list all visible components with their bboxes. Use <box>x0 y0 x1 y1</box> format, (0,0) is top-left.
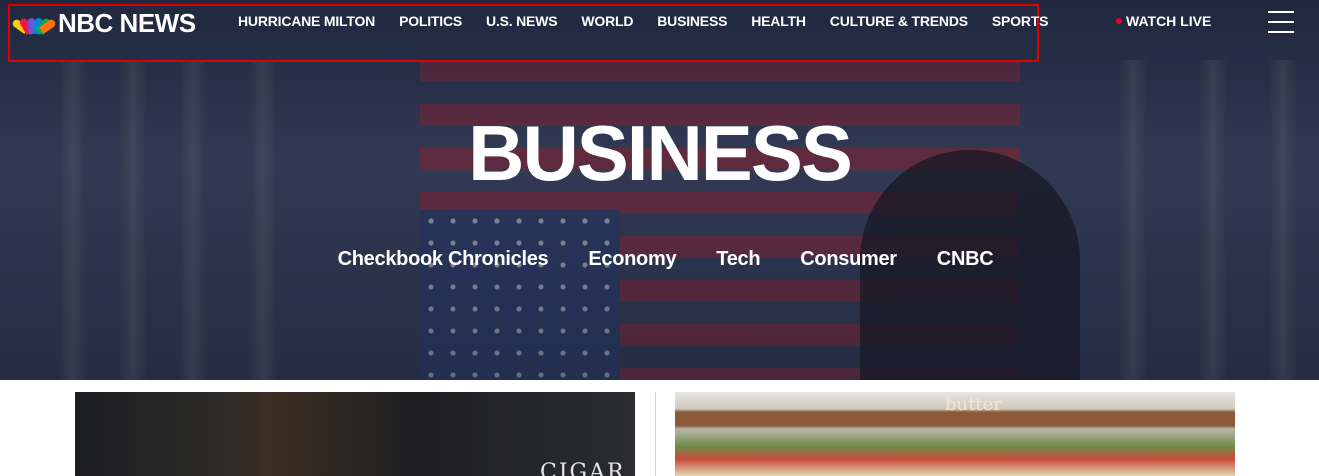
nav-item-sports[interactable]: SPORTS <box>992 13 1049 29</box>
hero-banner: NBC NEWS HURRICANE MILTON POLITICS U.S. … <box>0 0 1319 380</box>
page-title: BUSINESS <box>468 109 853 197</box>
live-dot-icon <box>1116 18 1122 24</box>
watch-live-link[interactable]: WATCH LIVE <box>1116 13 1211 29</box>
section-subnav: Checkbook Chronicles Economy Tech Consum… <box>0 248 1319 271</box>
watch-live-label: WATCH LIVE <box>1126 13 1212 29</box>
main-nav: HURRICANE MILTON POLITICS U.S. NEWS WORL… <box>238 13 1072 29</box>
card-divider <box>655 392 656 476</box>
subnav-item-consumer[interactable]: Consumer <box>800 248 897 271</box>
story-image-grocery-aisle[interactable]: butter <box>675 392 1235 476</box>
storefront-sign: CIGAR <box>540 460 626 476</box>
subnav-item-tech[interactable]: Tech <box>716 248 760 271</box>
subnav-item-checkbook-chronicles[interactable]: Checkbook Chronicles <box>338 248 549 271</box>
nav-item-health[interactable]: HEALTH <box>751 13 806 29</box>
nav-item-politics[interactable]: POLITICS <box>399 13 462 29</box>
nav-item-hurricane-milton[interactable]: HURRICANE MILTON <box>238 13 375 29</box>
shelf-sign: butter <box>945 394 1002 415</box>
subnav-item-economy[interactable]: Economy <box>588 248 676 271</box>
nav-item-culture-trends[interactable]: CULTURE & TRENDS <box>830 13 968 29</box>
hamburger-menu-icon[interactable] <box>1268 11 1294 33</box>
story-cards: CIGAR butter <box>0 380 1319 476</box>
nav-item-us-news[interactable]: U.S. NEWS <box>486 13 558 29</box>
nav-item-business[interactable]: BUSINESS <box>657 13 727 29</box>
nav-item-world[interactable]: WORLD <box>581 13 633 29</box>
subnav-item-cnbc[interactable]: CNBC <box>937 248 994 271</box>
story-image-storefront[interactable]: CIGAR <box>75 392 635 476</box>
